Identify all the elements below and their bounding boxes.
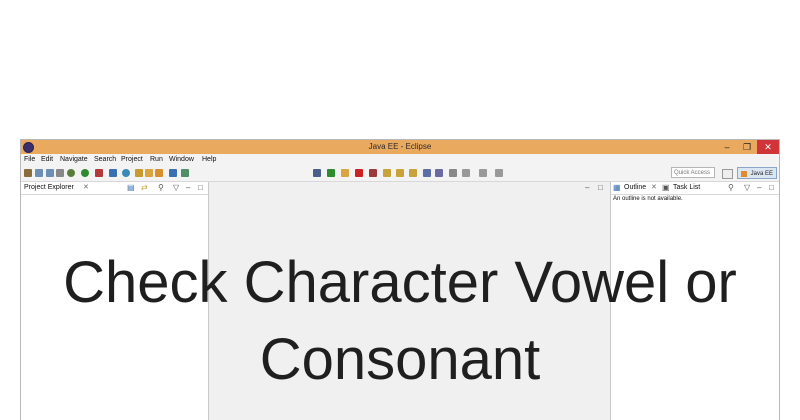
terminate-icon[interactable] <box>355 169 363 177</box>
pointer-icon[interactable] <box>313 169 321 177</box>
filter-icon[interactable]: ⚲ <box>728 183 734 192</box>
quick-access-input[interactable]: Quick Access <box>671 167 715 178</box>
maximize-view-icon[interactable]: □ <box>769 183 774 192</box>
view-menu-icon[interactable]: ▽ <box>173 183 179 192</box>
save-icon[interactable] <box>35 169 43 177</box>
globe-icon[interactable] <box>122 169 130 177</box>
restore-button[interactable]: ❐ <box>737 140 757 154</box>
toggle-mark-icon[interactable] <box>423 169 431 177</box>
close-icon[interactable]: ✕ <box>651 183 657 191</box>
menu-window[interactable]: Window <box>169 156 194 163</box>
run-icon[interactable] <box>81 169 89 177</box>
main-toolbar: Quick Access Java EE <box>21 165 779 182</box>
link-editor-icon[interactable]: ⇄ <box>141 183 148 192</box>
outline-unavailable-message: An outline is not available. <box>613 196 683 202</box>
maximize-view-icon[interactable]: □ <box>198 183 203 192</box>
menu-navigate[interactable]: Navigate <box>60 156 88 163</box>
new-server-icon[interactable] <box>109 169 117 177</box>
minimize-button[interactable]: – <box>717 140 737 154</box>
menu-help[interactable]: Help <box>202 156 216 163</box>
forward-icon[interactable] <box>495 169 503 177</box>
tab-project-explorer[interactable]: Project Explorer <box>24 184 74 191</box>
annotation-icon[interactable] <box>435 169 443 177</box>
pin-icon[interactable] <box>449 169 457 177</box>
editor-tabbar: – □ <box>210 182 610 194</box>
title-bar: Java EE - Eclipse – ❐ ✕ <box>21 140 779 154</box>
suspend-icon[interactable] <box>341 169 349 177</box>
close-icon[interactable]: ✕ <box>83 183 89 191</box>
minimize-editor-icon[interactable]: – <box>585 183 589 192</box>
step-return-icon[interactable] <box>409 169 417 177</box>
debug-icon[interactable] <box>67 169 75 177</box>
menu-bar: File Edit Navigate Search Project Run Wi… <box>21 154 779 165</box>
step-over-icon[interactable] <box>396 169 404 177</box>
collapse-all-icon[interactable]: ▤ <box>127 183 135 192</box>
tab-outline[interactable]: Outline <box>624 184 646 191</box>
task-list-icon: ▣ <box>662 183 670 192</box>
view-menu-icon[interactable]: ▽ <box>744 183 750 192</box>
minimize-view-icon[interactable]: – <box>186 183 190 192</box>
outline-icon: ▦ <box>613 183 621 192</box>
filter-icon[interactable]: ⚲ <box>158 183 164 192</box>
window-title: Java EE - Eclipse <box>368 142 432 151</box>
project-explorer-tabbar: Project Explorer ✕ ▤ ⇄ ⚲ ▽ – □ <box>21 182 208 195</box>
open-perspective-icon[interactable] <box>722 169 733 179</box>
menu-project[interactable]: Project <box>121 156 143 163</box>
tab-task-list[interactable]: Task List <box>673 184 700 191</box>
search-tool-icon[interactable] <box>155 169 163 177</box>
menu-edit[interactable]: Edit <box>41 156 53 163</box>
open-type-icon[interactable] <box>135 169 143 177</box>
external-tools-icon[interactable] <box>95 169 103 177</box>
web-browser-icon[interactable] <box>169 169 177 177</box>
refresh-icon[interactable] <box>181 169 189 177</box>
headline-line-2: Consonant <box>259 327 541 392</box>
back-icon[interactable] <box>479 169 487 177</box>
close-button[interactable]: ✕ <box>757 140 779 154</box>
print-icon[interactable] <box>56 169 64 177</box>
menu-run[interactable]: Run <box>150 156 163 163</box>
next-annotation-icon[interactable] <box>462 169 470 177</box>
minimize-view-icon[interactable]: – <box>757 183 761 192</box>
headline-line-1: Check Character Vowel or <box>63 250 737 315</box>
save-all-icon[interactable] <box>46 169 54 177</box>
resume-icon[interactable] <box>327 169 335 177</box>
menu-search[interactable]: Search <box>94 156 116 163</box>
disconnect-icon[interactable] <box>369 169 377 177</box>
menu-file[interactable]: File <box>24 156 35 163</box>
open-folder-icon[interactable] <box>145 169 153 177</box>
new-icon[interactable] <box>24 169 32 177</box>
maximize-editor-icon[interactable]: □ <box>598 183 603 192</box>
outline-tabbar: ▦ Outline ✕ ▣ Task List ⚲ ▽ – □ <box>611 182 779 195</box>
perspective-javaee-button[interactable]: Java EE <box>737 167 777 179</box>
step-into-icon[interactable] <box>383 169 391 177</box>
